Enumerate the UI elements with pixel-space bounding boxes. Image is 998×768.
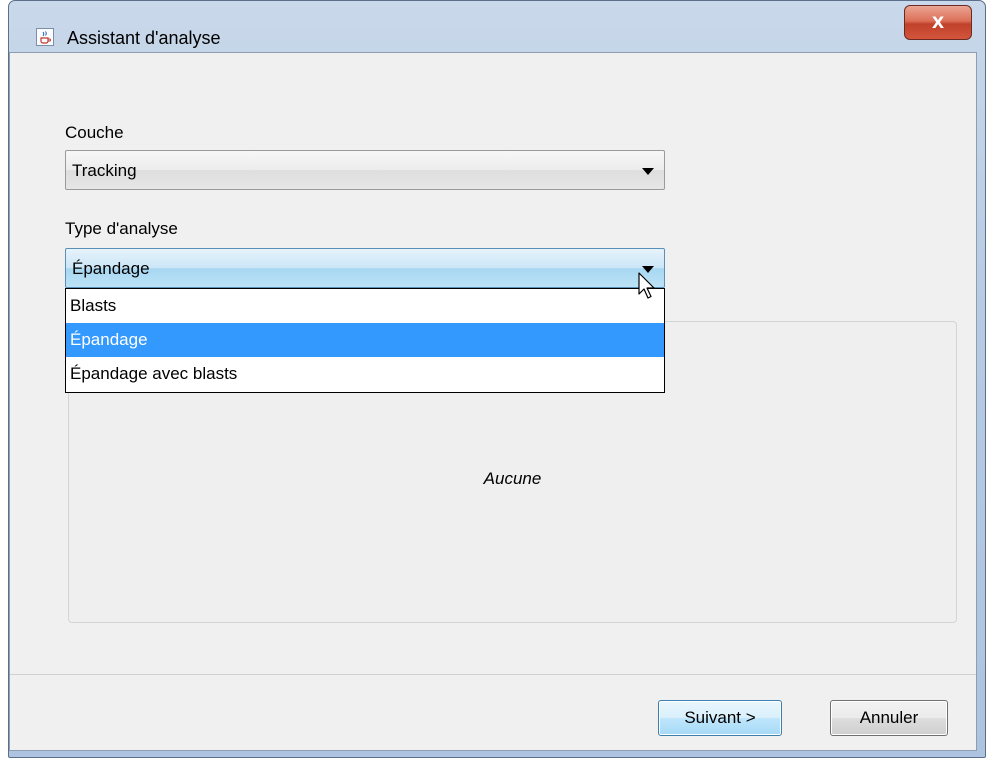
next-button[interactable]: Suivant >	[658, 700, 782, 736]
dialog-content: Couche Tracking Type d'analyse Épandage …	[9, 52, 977, 751]
window-title: Assistant d'analyse	[67, 28, 221, 48]
dropdown-option-blasts[interactable]: Blasts	[66, 289, 664, 323]
dropdown-option-epandage-avec-blasts[interactable]: Épandage avec blasts	[66, 357, 664, 391]
preview-empty-text: Aucune	[483, 469, 542, 488]
close-icon: X	[931, 13, 945, 32]
java-cup-icon	[36, 28, 54, 46]
mouse-cursor-icon	[638, 272, 655, 299]
analysis-type-label: Type d'analyse	[65, 219, 178, 238]
close-button[interactable]: X	[904, 5, 972, 40]
layer-select-value: Tracking	[72, 161, 137, 180]
analysis-type-select-value: Épandage	[72, 259, 150, 278]
layer-label: Couche	[65, 123, 124, 142]
analysis-type-dropdown-list: Blasts Épandage Épandage avec blasts	[65, 288, 665, 393]
analysis-type-select[interactable]: Épandage	[65, 248, 665, 288]
layer-select[interactable]: Tracking	[65, 150, 665, 190]
dropdown-option-epandage[interactable]: Épandage	[66, 323, 664, 357]
chevron-down-icon	[642, 168, 654, 175]
dialog-window: Assistant d'analyse X Couche Tracking Ty…	[8, 0, 986, 758]
cancel-button[interactable]: Annuler	[830, 700, 948, 736]
button-bar-separator	[10, 674, 976, 675]
